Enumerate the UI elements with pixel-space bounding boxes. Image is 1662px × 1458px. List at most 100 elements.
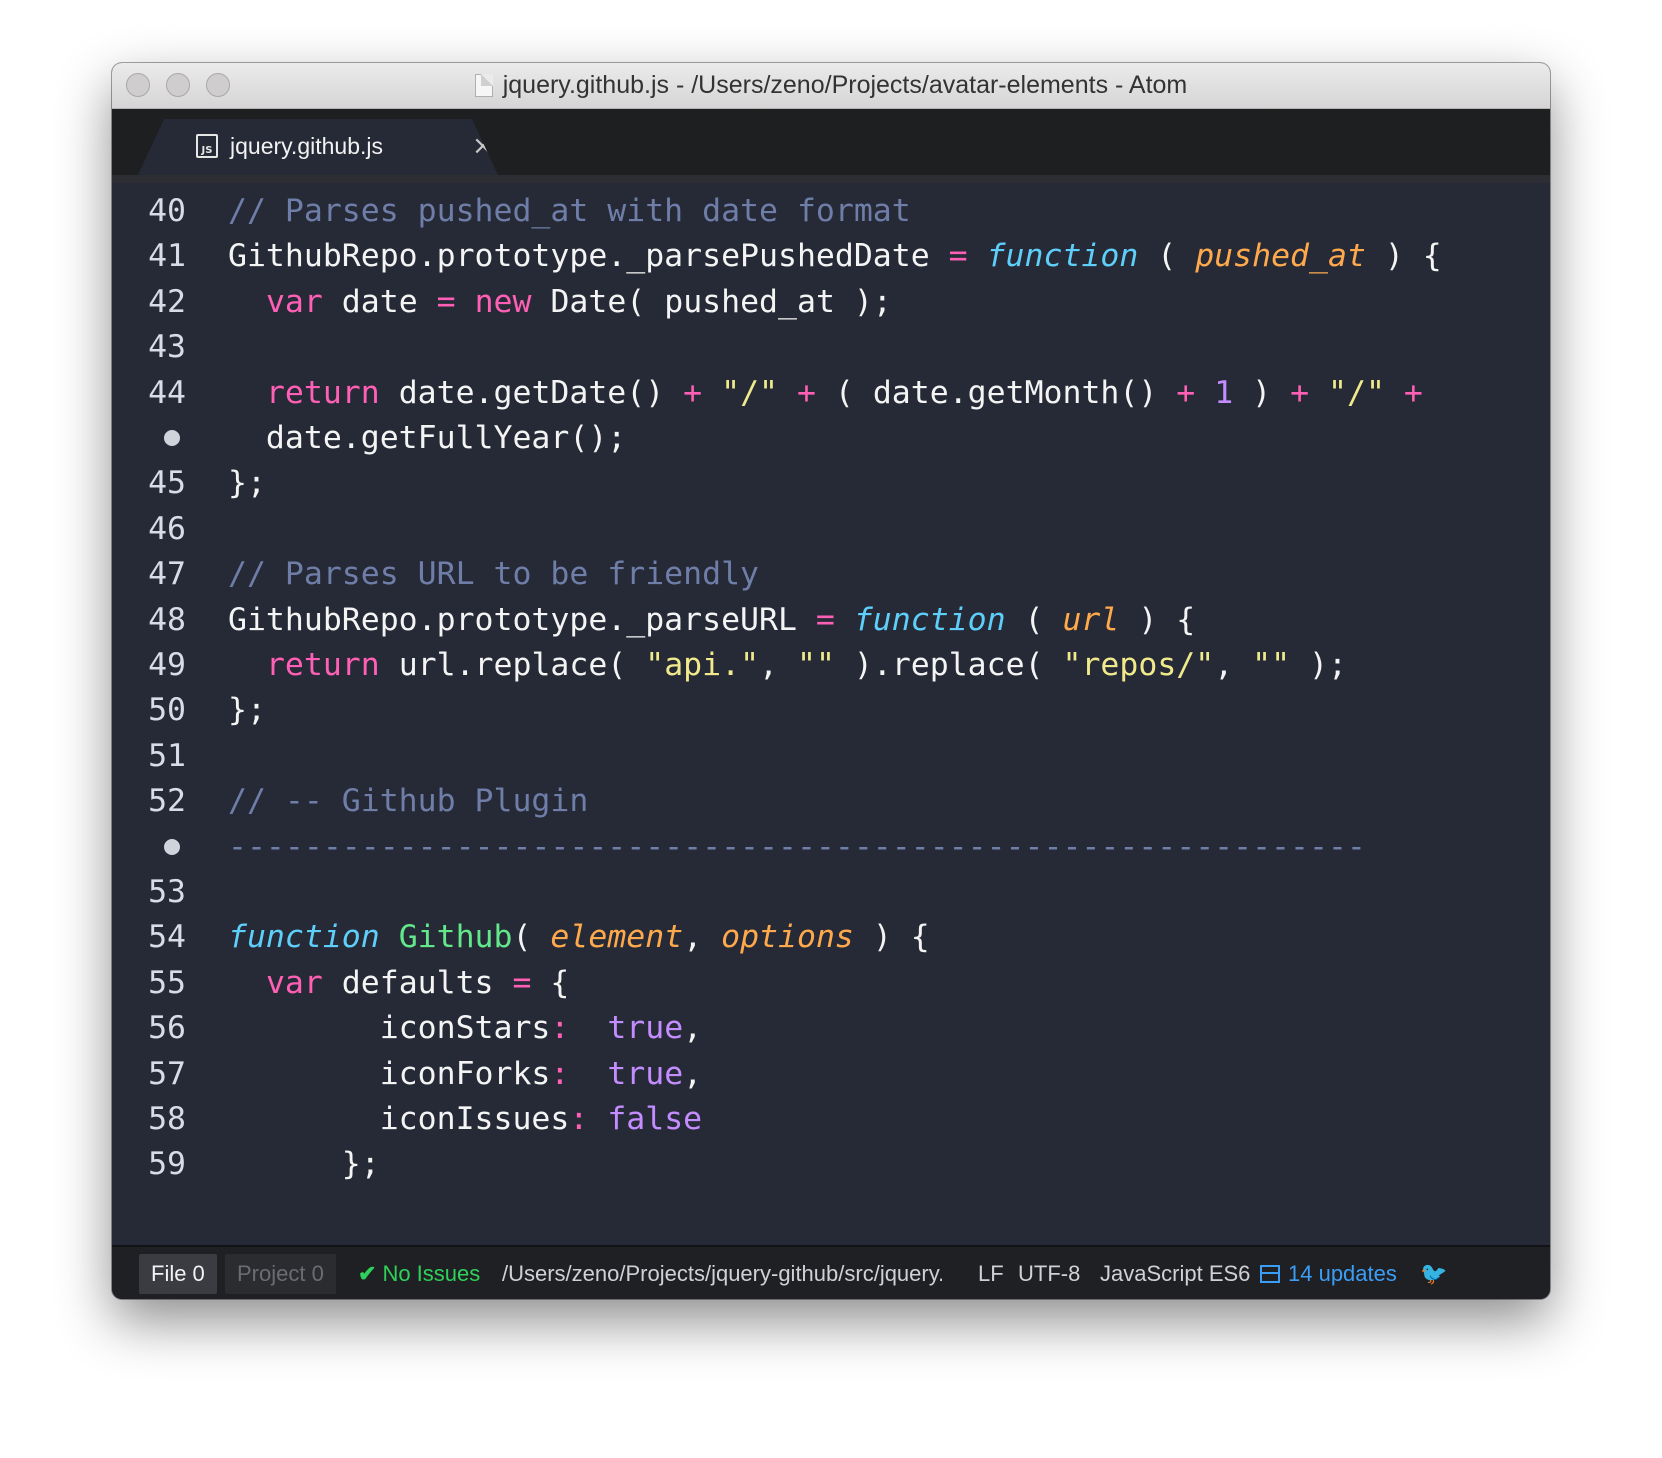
- code-text: iconStars: true,: [228, 1005, 702, 1051]
- line-number: 52: [148, 783, 186, 820]
- code-text: // -- Github Plugin: [228, 778, 588, 824]
- code-line[interactable]: 45};: [112, 460, 1550, 506]
- code-token: function: [228, 919, 380, 956]
- code-text: };: [228, 460, 266, 506]
- code-line[interactable]: 53: [112, 869, 1550, 915]
- code-token: ,: [759, 647, 797, 683]
- code-token: (: [1138, 238, 1196, 275]
- file-issues-tab[interactable]: File 0: [139, 1254, 217, 1294]
- code-token: date: [322, 283, 437, 320]
- file-path[interactable]: /Users/zeno/Projects/jquery-github/src/j…: [502, 1247, 942, 1299]
- code-token: :: [550, 1055, 570, 1092]
- code-token: :: [550, 1010, 570, 1047]
- code-token: iconIssues: [228, 1101, 570, 1137]
- line-number: 46: [148, 510, 186, 547]
- code-token: pushed_at: [1195, 238, 1366, 275]
- code-token: {: [531, 964, 570, 1001]
- code-token: false: [607, 1101, 703, 1137]
- code-token: ) {: [853, 919, 930, 956]
- code-line[interactable]: 54 function Github( element, options ) {: [112, 914, 1550, 960]
- code-token: return: [265, 374, 380, 411]
- code-line[interactable]: 43: [112, 324, 1550, 370]
- code-token: =: [815, 601, 835, 638]
- code-token: "/": [721, 374, 779, 411]
- code-line[interactable]: 40 // Parses pushed_at with date format: [112, 188, 1550, 234]
- encoding-selector[interactable]: UTF-8: [1018, 1247, 1080, 1299]
- code-text: return date.getDate() + "/" + ( date.get…: [228, 370, 1423, 416]
- code-line[interactable]: 49 return url.replace( "api.", "" ).repl…: [112, 642, 1550, 688]
- code-editor[interactable]: 40 // Parses pushed_at with date format 41…: [112, 183, 1550, 1245]
- grammar-selector[interactable]: JavaScript ES6: [1100, 1247, 1250, 1299]
- window-title-group: jquery.github.js - /Users/zeno/Projects/…: [112, 63, 1550, 108]
- code-line[interactable]: 48 GithubRepo.prototype._parseURL = funct…: [112, 597, 1550, 643]
- package-icon: [1260, 1265, 1280, 1283]
- code-token: // Parses URL to be friendly: [228, 556, 760, 593]
- code-token: GithubRepo.prototype._parseURL: [228, 601, 816, 638]
- code-token: "": [1252, 647, 1291, 683]
- squirrel-icon[interactable]: 🐦: [1420, 1247, 1447, 1299]
- code-line[interactable]: 57 iconForks: true,: [112, 1051, 1550, 1097]
- code-line[interactable]: 46: [112, 506, 1550, 552]
- code-token: var: [265, 283, 323, 320]
- code-text: // Parses URL to be friendly: [228, 551, 759, 597]
- line-number: 51: [148, 737, 186, 774]
- code-token: element: [550, 919, 684, 956]
- code-line[interactable]: 47 // Parses URL to be friendly: [112, 551, 1550, 597]
- code-token: };: [228, 1146, 380, 1183]
- code-line[interactable]: 55 var defaults = {: [112, 960, 1550, 1006]
- code-text: };: [228, 687, 266, 733]
- code-line[interactable]: 42 var date = new Date( pushed_at );: [112, 279, 1550, 325]
- close-tab-icon[interactable]: ×: [472, 131, 494, 161]
- code-token: };: [228, 692, 266, 729]
- tab-bar: JS jquery.github.js ×: [112, 109, 1550, 183]
- code-line[interactable]: 56 iconStars: true,: [112, 1005, 1550, 1051]
- code-token: var: [265, 964, 323, 1001]
- linter-status[interactable]: ✔ No Issues: [358, 1247, 480, 1299]
- tab-jquery-github-js[interactable]: JS jquery.github.js ×: [138, 119, 498, 175]
- code-line-wrapped[interactable]: date.getFullYear();: [112, 415, 1550, 461]
- line-number: 59: [148, 1146, 186, 1183]
- code-line[interactable]: 52 // -- Github Plugin: [112, 778, 1550, 824]
- code-line[interactable]: 51: [112, 733, 1550, 779]
- line-number: 57: [148, 1055, 186, 1092]
- code-token: =: [436, 283, 456, 320]
- line-number: 47: [148, 556, 186, 593]
- code-line-wrapped[interactable]: ----------------------------------------…: [112, 824, 1550, 870]
- code-line[interactable]: 44 return date.getDate() + "/" + ( date.…: [112, 370, 1550, 416]
- code-line[interactable]: 59 };: [112, 1141, 1550, 1187]
- code-token: defaults: [322, 964, 513, 1001]
- code-text: GithubRepo.prototype._parseURL = functio…: [228, 597, 1195, 643]
- code-text: function Github( element, options ) {: [228, 914, 930, 960]
- code-token: +: [1403, 374, 1423, 411]
- code-line[interactable]: 50};: [112, 687, 1550, 733]
- code-token: date.getDate(): [379, 374, 684, 411]
- code-token: "/": [1328, 374, 1385, 411]
- code-token: :: [569, 1101, 589, 1137]
- code-token: options: [721, 919, 854, 956]
- code-token: +: [683, 374, 703, 411]
- code-token: ,: [1214, 647, 1253, 683]
- line-number: 41: [148, 238, 186, 275]
- code-token: ) {: [1365, 238, 1442, 275]
- code-text: return url.replace( "api.", "" ).replace…: [228, 642, 1347, 688]
- code-line[interactable]: 58 iconIssues: false: [112, 1096, 1550, 1142]
- project-issues-tab[interactable]: Project 0: [225, 1254, 336, 1294]
- code-line[interactable]: 41 GithubRepo.prototype._parsePushedDate …: [112, 233, 1550, 279]
- package-updates-label: 14 updates: [1288, 1261, 1397, 1286]
- package-updates[interactable]: 14 updates: [1260, 1247, 1397, 1299]
- title-bar[interactable]: jquery.github.js - /Users/zeno/Projects/…: [112, 63, 1550, 109]
- line-ending-selector[interactable]: LF: [978, 1247, 1004, 1299]
- code-token: "repos/": [1062, 647, 1215, 683]
- code-token: ) {: [1119, 601, 1196, 638]
